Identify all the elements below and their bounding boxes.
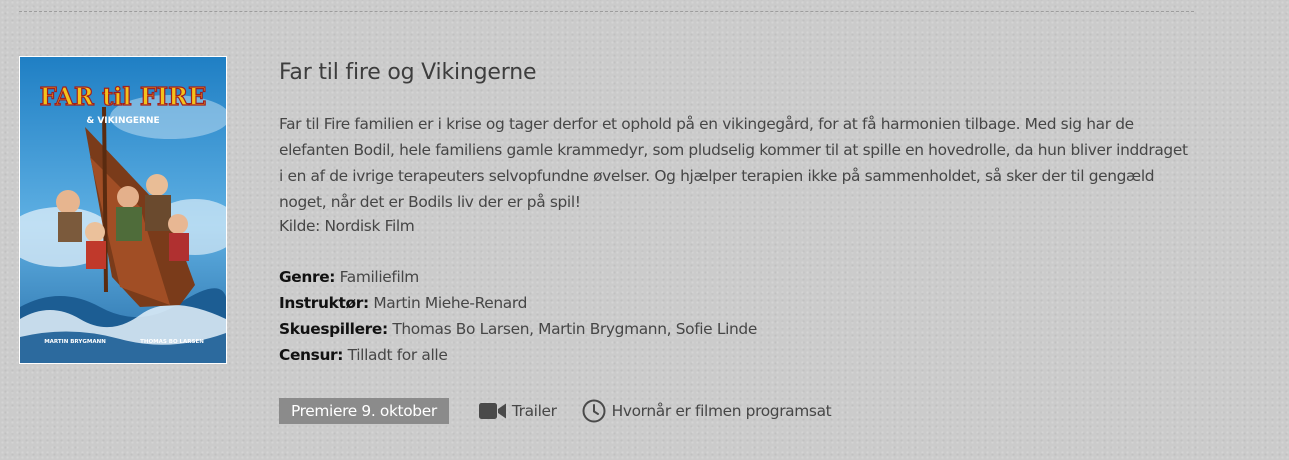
movie-source: Kilde: Nordisk Film xyxy=(279,217,415,235)
poster-artwork: FAR til FIRE & VIKINGERNE MARTIN BRYGMAN… xyxy=(20,57,226,363)
rating-value: Tilladt for alle xyxy=(347,346,448,364)
video-camera-icon xyxy=(478,403,506,419)
actors-label: Skuespillere: xyxy=(279,320,388,338)
schedule-link[interactable]: Hvornår er filmen programsat xyxy=(582,399,832,423)
director-row: Instruktør: Martin Miehe-Renard xyxy=(279,290,757,316)
movie-actions: Premiere 9. oktober Trailer Hvornår er f… xyxy=(279,398,832,424)
trailer-label: Trailer xyxy=(511,402,557,420)
trailer-link[interactable]: Trailer xyxy=(478,401,557,421)
actors-row: Skuespillere: Thomas Bo Larsen, Martin B… xyxy=(279,316,757,342)
poster-credit-right: THOMAS BO LARSEN xyxy=(140,339,204,345)
poster-subtitle: & VIKINGERNE xyxy=(86,116,159,126)
schedule-label: Hvornår er filmen programsat xyxy=(611,402,832,420)
movie-description: Far til Fire familien er i krise og tage… xyxy=(279,115,1188,211)
rating-label: Censur: xyxy=(279,346,344,364)
poster-credit-left: MARTIN BRYGMANN xyxy=(44,339,106,345)
genre-label: Genre: xyxy=(279,268,336,286)
rating-row: Censur: Tilladt for alle xyxy=(279,342,757,368)
premiere-badge: Premiere 9. oktober xyxy=(279,398,449,424)
genre-row: Genre: Familiefilm xyxy=(279,264,757,290)
director-label: Instruktør: xyxy=(279,294,369,312)
movie-poster[interactable]: FAR til FIRE & VIKINGERNE MARTIN BRYGMAN… xyxy=(19,56,227,364)
director-value: Martin Miehe-Renard xyxy=(373,294,527,312)
clock-icon xyxy=(582,399,606,423)
movie-details: Genre: Familiefilm Instruktør: Martin Mi… xyxy=(279,264,757,368)
poster-title: FAR til FIRE xyxy=(40,82,207,111)
actors-value: Thomas Bo Larsen, Martin Brygmann, Sofie… xyxy=(392,320,757,338)
genre-value: Familiefilm xyxy=(339,268,420,286)
movie-title[interactable]: Far til fire og Vikingerne xyxy=(279,60,536,85)
section-divider xyxy=(19,11,1194,12)
